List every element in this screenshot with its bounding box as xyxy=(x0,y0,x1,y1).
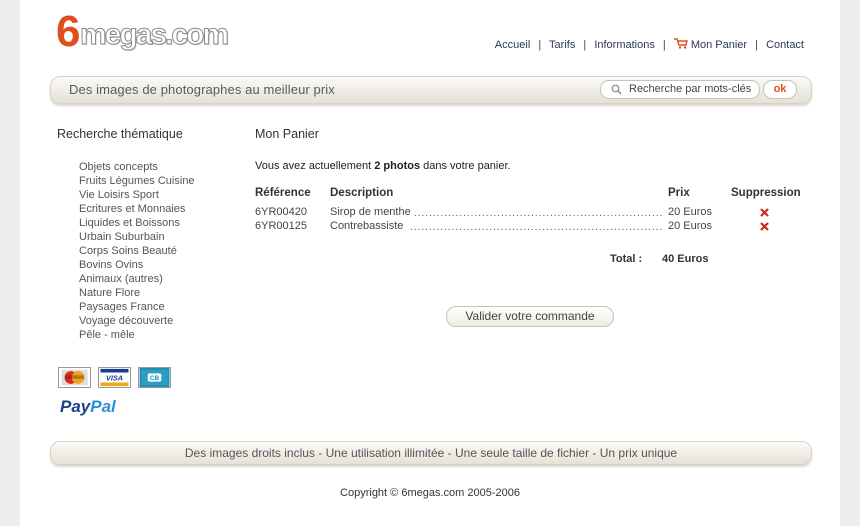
nav-mon-panier-label: Mon Panier xyxy=(690,39,748,51)
paypal-logo: PayPal xyxy=(60,397,116,416)
row-description: Sirop de menthe xyxy=(330,206,411,218)
svg-text:VISA: VISA xyxy=(106,374,123,383)
category-item[interactable]: Corps Soins Beauté xyxy=(79,244,195,258)
category-item[interactable]: Liquides et Boissons xyxy=(79,216,195,230)
nav-contact[interactable]: Contact xyxy=(766,39,804,51)
category-item[interactable]: Animaux (autres) xyxy=(79,272,195,286)
header-bar: Des images de photographes au meilleur p… xyxy=(50,76,812,104)
carte-bleue-icon: CB xyxy=(138,367,171,388)
footer-slogan: Des images droits inclus - Une utilisati… xyxy=(184,446,678,460)
category-item[interactable]: Vie Loisirs Sport xyxy=(79,188,195,202)
row-reference: 6YR00125 xyxy=(255,220,307,232)
category-item[interactable]: Nature Flore xyxy=(79,286,195,300)
nav-mon-panier[interactable]: Mon Panier xyxy=(673,38,750,51)
top-nav: Accueil | Tarifs | Informations | Mon Pa… xyxy=(495,38,804,51)
category-item[interactable]: Paysages France xyxy=(79,300,195,314)
sidebar-title: Recherche thématique xyxy=(57,127,183,141)
column-header-delete: Suppression xyxy=(731,187,801,199)
row-price: 20 Euros xyxy=(668,220,713,232)
column-header-price: Prix xyxy=(668,187,690,199)
row-leader-dots: ........................................… xyxy=(414,208,662,218)
category-list: Objets concepts Fruits Légumes Cuisine V… xyxy=(79,160,195,342)
nav-separator: | xyxy=(538,39,542,51)
page: 6 megas.com Accueil | Tarifs | Informati… xyxy=(20,0,840,526)
category-item[interactable]: Urbain Suburbain xyxy=(79,230,195,244)
page-title: Mon Panier xyxy=(255,127,319,141)
category-item[interactable]: Pêle - mêle xyxy=(79,328,195,342)
visa-icon: VISA xyxy=(98,367,131,388)
site-logo[interactable]: 6 megas.com xyxy=(56,7,230,56)
nav-informations[interactable]: Informations xyxy=(594,39,655,51)
category-item[interactable]: Ecritures et Monnaies xyxy=(79,202,195,216)
footer-bar: Des images droits inclus - Une utilisati… xyxy=(50,441,812,465)
svg-text:CB: CB xyxy=(150,375,160,382)
category-item[interactable]: Fruits Légumes Cuisine xyxy=(79,174,195,188)
nav-separator: | xyxy=(755,39,759,51)
category-item[interactable]: Bovins Ovins xyxy=(79,258,195,272)
search-ok-button[interactable]: ok xyxy=(763,80,797,99)
tagline: Des images de photographes au meilleur p… xyxy=(69,82,335,97)
total-label: Total : xyxy=(610,253,643,265)
mastercard-icon xyxy=(58,367,91,388)
nav-separator: | xyxy=(662,39,666,51)
search-input[interactable] xyxy=(629,82,755,96)
column-header-description: Description xyxy=(330,187,394,199)
row-leader-dots: ........................................… xyxy=(410,222,662,232)
logo-six: 6 xyxy=(56,7,81,56)
cart-summary: Vous avez actuellement 2 photos dans vot… xyxy=(255,160,511,172)
search-icon xyxy=(611,84,622,95)
nav-tarifs[interactable]: Tarifs xyxy=(549,39,575,51)
row-price: 20 Euros xyxy=(668,206,713,218)
column-header-reference: Référence xyxy=(255,187,311,199)
validate-order-button[interactable]: Valider votre commande xyxy=(446,306,614,327)
nav-accueil[interactable]: Accueil xyxy=(495,39,530,51)
row-description: Contrebassiste xyxy=(330,220,404,232)
cart-count: 2 photos xyxy=(374,160,421,172)
copyright: Copyright © 6megas.com 2005-2006 xyxy=(340,487,520,499)
row-reference: 6YR00420 xyxy=(255,206,307,218)
cart-icon xyxy=(673,38,688,49)
delete-icon[interactable] xyxy=(760,222,769,231)
search-box[interactable] xyxy=(600,80,760,99)
category-item[interactable]: Objets concepts xyxy=(79,160,195,174)
nav-separator: | xyxy=(583,39,587,51)
category-item[interactable]: Voyage découverte xyxy=(79,314,195,328)
logo-text: megas.com xyxy=(79,18,229,52)
delete-icon[interactable] xyxy=(760,208,769,217)
total-value: 40 Euros xyxy=(662,253,709,265)
